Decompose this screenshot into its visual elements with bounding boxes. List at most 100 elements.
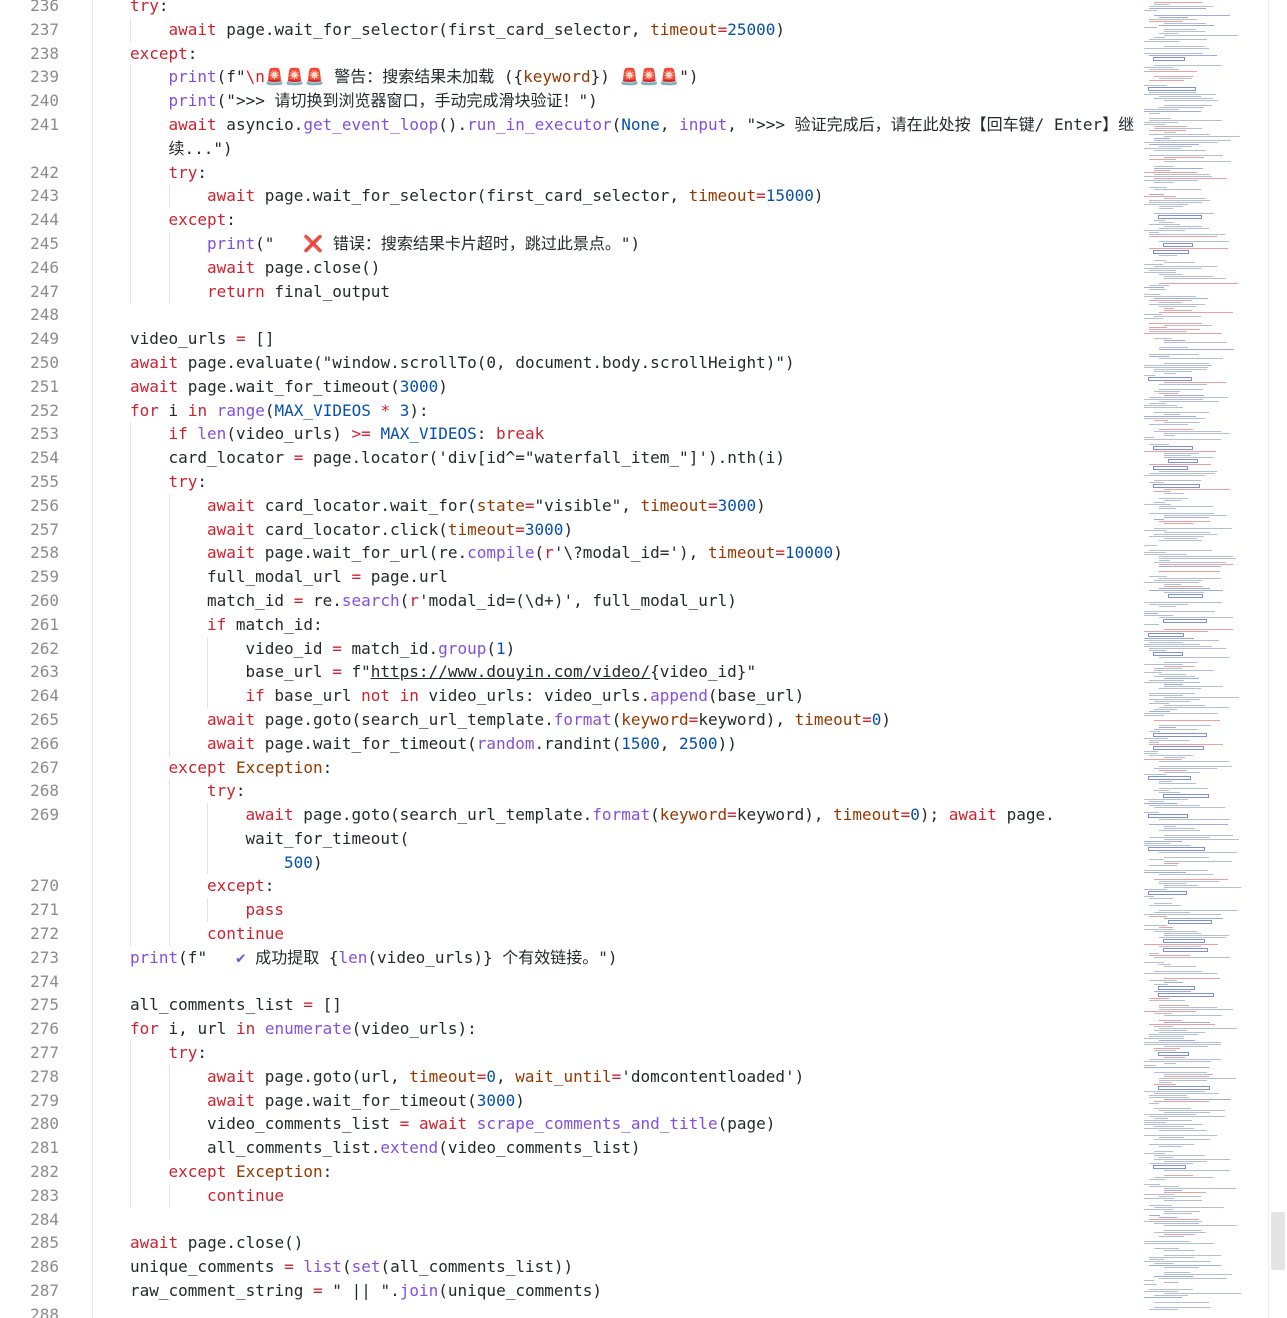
- code-line[interactable]: 273 print(f" ✔ 成功提取 {len(video_urls)} 个有效…: [0, 946, 1139, 970]
- code-text[interactable]: print(f"\n🚨🚨🚨 警告：搜索结果未加载 ({keyword}) 🚨🚨🚨…: [169, 65, 1140, 89]
- code-line[interactable]: 283 continue: [0, 1183, 1139, 1208]
- code-text[interactable]: await page.close(): [207, 256, 1139, 280]
- code-text[interactable]: for i in range(MAX_VIDEOS * 3):: [130, 399, 1139, 423]
- code-line[interactable]: 265 await page.goto(search_url_template.f…: [0, 707, 1139, 732]
- minimap[interactable]: [1140, 0, 1268, 1318]
- code-line[interactable]: 236 try:: [0, 0, 1139, 18]
- code-line[interactable]: 270 except:: [0, 874, 1139, 899]
- code-line[interactable]: 262 video_id = match_id.group(1): [0, 636, 1140, 661]
- code-line[interactable]: 252 for i in range(MAX_VIDEOS * 3):: [0, 399, 1139, 423]
- code-line[interactable]: 276 for i, url in enumerate(video_urls):: [0, 1017, 1139, 1041]
- code-line[interactable]: 260 match_id = re.search(r'modal_id=(\d+)…: [0, 588, 1139, 613]
- code-text[interactable]: raw_comment_string = " || ".join(unique_…: [130, 1279, 1139, 1303]
- code-text[interactable]: except Exception:: [169, 1160, 1140, 1184]
- code-text[interactable]: except Exception:: [169, 756, 1140, 780]
- code-line[interactable]: 255 try:: [0, 469, 1140, 494]
- code-text[interactable]: except:: [169, 208, 1140, 232]
- code-text[interactable]: all_comments_list.extend(video_comments_…: [207, 1136, 1139, 1160]
- code-line[interactable]: 266 await page.wait_for_timeout(random.ra…: [0, 731, 1139, 756]
- code-text[interactable]: if base_url not in video_urls: video_url…: [246, 684, 1140, 708]
- code-line[interactable]: 239 print(f"\n🚨🚨🚨 警告：搜索结果未加载 ({keyword}) …: [0, 65, 1140, 90]
- code-text[interactable]: except:: [130, 42, 1139, 66]
- code-line[interactable]: 249 video_urls = []: [0, 327, 1139, 351]
- code-line[interactable]: 285 await page.close(): [0, 1231, 1139, 1255]
- code-text[interactable]: pass: [246, 898, 1140, 922]
- code-text[interactable]: continue: [207, 1184, 1139, 1208]
- code-line[interactable]: 254 card_locator = page.locator('div[id^=…: [0, 446, 1139, 470]
- code-text[interactable]: await asyncio.get_event_loop().run_in_ex…: [169, 113, 1140, 161]
- code-line[interactable]: 286 unique_comments = list(set(all_commen…: [0, 1255, 1139, 1279]
- code-text[interactable]: await card_locator.wait_for(state="visib…: [207, 494, 1139, 518]
- code-line[interactable]: 253 if len(video_urls) >= MAX_VIDEOS: bre…: [0, 422, 1140, 447]
- code-line[interactable]: 247 return final_output: [0, 279, 1139, 304]
- code-line[interactable]: 268 try:: [0, 779, 1139, 804]
- code-text[interactable]: card_locator = page.locator('div[id^="wa…: [169, 446, 1140, 470]
- code-line[interactable]: 281 all_comments_list.extend(video_commen…: [0, 1136, 1139, 1161]
- code-line[interactable]: 242 try:: [0, 160, 1140, 185]
- code-text[interactable]: await page.wait_for_selector(first_card_…: [169, 18, 1140, 42]
- vertical-scrollbar[interactable]: [1268, 0, 1287, 1318]
- code-text[interactable]: full_modal_url = page.url: [207, 565, 1139, 589]
- code-line[interactable]: 251 await page.wait_for_timeout(3000): [0, 375, 1139, 399]
- code-line[interactable]: 250 await page.evaluate("window.scrollTo(…: [0, 351, 1139, 375]
- code-line[interactable]: 243 await page.wait_for_selector(first_ca…: [0, 184, 1139, 209]
- code-line[interactable]: 248: [0, 303, 1139, 327]
- code-text[interactable]: try:: [169, 470, 1140, 494]
- code-text[interactable]: if match_id:: [207, 613, 1139, 637]
- code-line[interactable]: 267 except Exception:: [0, 755, 1140, 780]
- code-text[interactable]: await page.close(): [130, 1231, 1139, 1255]
- code-text[interactable]: await page.evaluate("window.scrollTo(0, …: [130, 351, 1139, 375]
- code-line[interactable]: 280 video_comments_list = await scrape_co…: [0, 1112, 1139, 1137]
- code-line[interactable]: 263 base_url = f"https://www.douyin.com/v…: [0, 660, 1140, 685]
- code-text[interactable]: all_comments_list = []: [130, 993, 1139, 1017]
- code-line[interactable]: 287 raw_comment_string = " || ".join(uniq…: [0, 1279, 1139, 1303]
- code-line[interactable]: 271 pass: [0, 898, 1140, 923]
- code-line[interactable]: 274: [0, 970, 1139, 994]
- code-text[interactable]: print(" ❌ 错误：搜索结果卡片超时，跳过此景点。"): [207, 232, 1139, 256]
- code-line[interactable]: 279 await page.wait_for_timeout(3000): [0, 1088, 1139, 1113]
- code-text[interactable]: try:: [130, 0, 1139, 18]
- code-text[interactable]: try:: [207, 779, 1139, 803]
- code-text[interactable]: await card_locator.click(timeout=3000): [207, 518, 1139, 542]
- code-lines[interactable]: 236 try: 237 await page.wait_for_selector(f…: [0, 0, 1139, 1318]
- code-line[interactable]: 241 await asyncio.get_event_loop().run_in…: [0, 112, 1140, 161]
- code-text[interactable]: try:: [169, 161, 1140, 185]
- code-text[interactable]: video_id = match_id.group(1): [246, 637, 1140, 661]
- code-line[interactable]: 240 print(">>> 请切换到浏览器窗口，手动完成滑块验证！"): [0, 89, 1139, 113]
- code-line[interactable]: 277 try:: [0, 1041, 1139, 1065]
- code-text[interactable]: base_url = f"https://www.douyin.com/vide…: [246, 660, 1140, 684]
- code-line[interactable]: 288: [0, 1303, 1139, 1318]
- code-text[interactable]: print(f" ✔ 成功提取 {len(video_urls)} 个有效链接。…: [130, 946, 1139, 970]
- code-line[interactable]: 237 await page.wait_for_selector(first_ca…: [0, 17, 1140, 42]
- code-text[interactable]: except:: [207, 874, 1139, 898]
- code-line[interactable]: 244 except:: [0, 208, 1139, 232]
- code-text[interactable]: return final_output: [207, 280, 1139, 304]
- code-text[interactable]: await page.wait_for_selector(first_card_…: [207, 184, 1139, 208]
- code-editor[interactable]: 236 try: 237 await page.wait_for_selector(f…: [0, 0, 1287, 1318]
- code-text[interactable]: unique_comments = list(set(all_comments_…: [130, 1255, 1139, 1279]
- code-line[interactable]: 275 all_comments_list = []: [0, 993, 1139, 1017]
- code-line[interactable]: 272 continue: [0, 922, 1139, 946]
- code-text[interactable]: if len(video_urls) >= MAX_VIDEOS: break: [169, 422, 1140, 446]
- code-text[interactable]: for i, url in enumerate(video_urls):: [130, 1017, 1139, 1041]
- code-line[interactable]: 278 await page.goto(url, timeout=0, wait_…: [0, 1064, 1139, 1089]
- code-line[interactable]: 264 if base_url not in video_urls: video_…: [0, 684, 1139, 708]
- code-text[interactable]: await page.goto(search_url_template.form…: [246, 803, 1140, 874]
- code-line[interactable]: 284: [0, 1208, 1139, 1232]
- code-line[interactable]: 269 await page.goto(search_url_template.f…: [0, 803, 1140, 875]
- code-line[interactable]: 261 if match_id:: [0, 612, 1139, 637]
- code-text[interactable]: match_id = re.search(r'modal_id=(\d+)', …: [207, 589, 1139, 613]
- code-text[interactable]: print(">>> 请切换到浏览器窗口，手动完成滑块验证！"): [169, 89, 1140, 113]
- code-text[interactable]: await page.goto(search_url_template.form…: [207, 708, 1139, 732]
- code-text[interactable]: await page.wait_for_timeout(3000): [130, 375, 1139, 399]
- code-line[interactable]: 257 await card_locator.click(timeout=3000…: [0, 517, 1139, 542]
- code-text[interactable]: await page.wait_for_url(re.compile(r'\?m…: [207, 541, 1139, 565]
- code-line[interactable]: 256 await card_locator.wait_for(state="vi…: [0, 493, 1139, 518]
- code-text[interactable]: await page.goto(url, timeout=0, wait_unt…: [207, 1065, 1139, 1089]
- code-text[interactable]: await page.wait_for_timeout(random.randi…: [207, 732, 1139, 756]
- code-line[interactable]: 238 except:: [0, 42, 1139, 66]
- code-text[interactable]: await page.wait_for_timeout(3000): [207, 1089, 1139, 1113]
- code-text[interactable]: try:: [169, 1041, 1140, 1065]
- code-text[interactable]: continue: [207, 922, 1139, 946]
- code-line[interactable]: 259 full_modal_url = page.url: [0, 565, 1139, 589]
